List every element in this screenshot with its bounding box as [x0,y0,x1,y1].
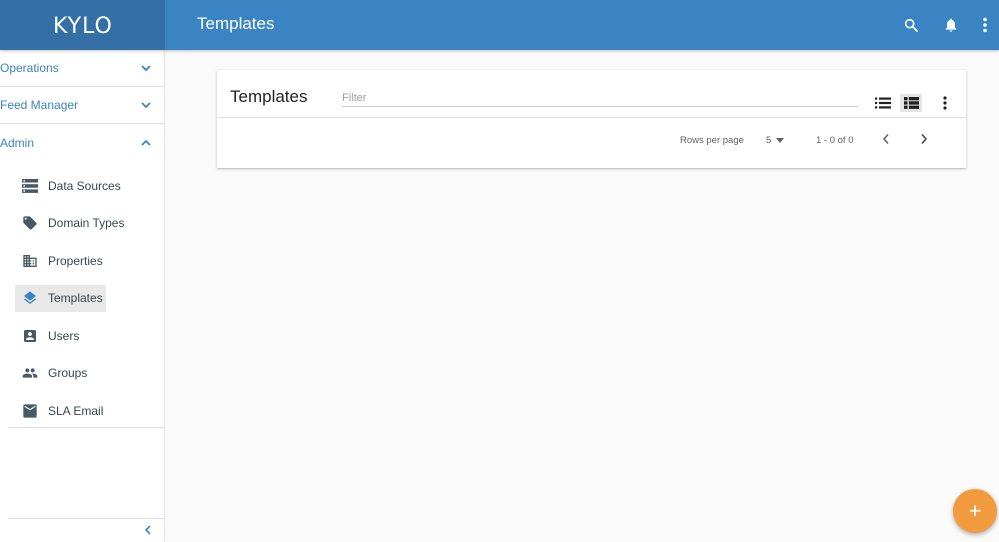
sidebar-item-label: Templates [48,291,103,306]
top-app-bar: KYLO Templates [0,0,999,50]
account-box-icon [22,328,38,344]
sidebar-item-label: Domain Types [48,216,125,231]
more-vert-icon [943,96,947,110]
layers-icon [22,290,38,306]
sidebar-item-label: Groups [48,366,88,381]
card-title: Templates [230,87,308,106]
sidebar-item-groups[interactable]: Groups [0,355,164,393]
sidebar-divider [8,427,164,428]
table-view-button[interactable] [900,94,922,112]
sidebar-section-feed-manager[interactable]: Feed Manager [0,87,164,124]
sidebar-item-properties[interactable]: Properties [0,242,164,280]
business-icon [22,253,38,269]
chevron-down-icon [138,97,154,113]
pagination-range: 1 - 0 of 0 [816,135,854,146]
page-title: Templates [197,14,275,33]
sidebar-item-users[interactable]: Users [0,317,164,355]
sidebar-item-domain-types[interactable]: Domain Types [0,205,164,243]
view-list-icon [875,97,891,109]
sidebar-item-sla-email[interactable]: SLA Email [0,392,164,430]
logo[interactable]: KYLO [0,0,165,50]
view-headline-icon [903,97,919,109]
next-page-button[interactable] [916,131,932,147]
sidebar-item-data-sources[interactable]: Data Sources [0,167,164,205]
section-label: Admin [0,135,35,150]
sidebar-item-label: Data Sources [48,178,121,193]
sidebar-item-templates[interactable]: Templates [0,280,164,318]
search-icon[interactable] [899,13,923,37]
templates-card: Templates Rows per page 5 1 - 0 of 0 [217,70,966,168]
sidebar-item-label: SLA Email [48,403,104,418]
section-label: Feed Manager [0,98,79,112]
card-divider [217,117,966,118]
arrow-drop-down-icon [776,137,785,143]
admin-menu: Data Sources Domain Types Properties Tem… [0,161,164,430]
filter-input[interactable] [342,90,858,107]
chevron-left-icon [144,525,151,535]
sidebar-section-admin[interactable]: Admin [0,124,164,161]
sidebar-section-operations[interactable]: Operations [0,50,164,87]
add-template-button[interactable]: + [953,489,997,533]
sidebar-divider [8,518,164,519]
rows-per-page-label: Rows per page [680,135,744,146]
list-view-button[interactable] [872,94,894,112]
logo-text: KYLO [53,14,113,39]
chevron-down-icon [138,60,154,76]
chevron-right-icon [921,134,928,144]
rows-per-page-select[interactable]: 5 [766,133,785,147]
bell-icon[interactable] [939,13,963,37]
people-icon [22,365,38,381]
email-icon [22,403,38,419]
rows-per-page-value: 5 [766,134,772,146]
sidebar-item-label: Properties [48,253,103,268]
collapse-sidebar-button[interactable] [140,522,156,538]
storage-icon [22,178,38,194]
section-label: Operations [0,61,59,75]
previous-page-button[interactable] [878,131,894,147]
plus-icon: + [968,498,982,523]
sidebar: Operations Feed Manager Admin Data Sourc… [0,50,165,542]
chevron-left-icon [882,134,889,144]
card-menu-button[interactable] [936,94,954,112]
chevron-up-icon [138,135,154,151]
label-icon [22,215,38,231]
kylo-logo: KYLO [53,14,113,39]
sidebar-item-label: Users [48,328,80,343]
more-vert-icon[interactable] [973,13,997,37]
